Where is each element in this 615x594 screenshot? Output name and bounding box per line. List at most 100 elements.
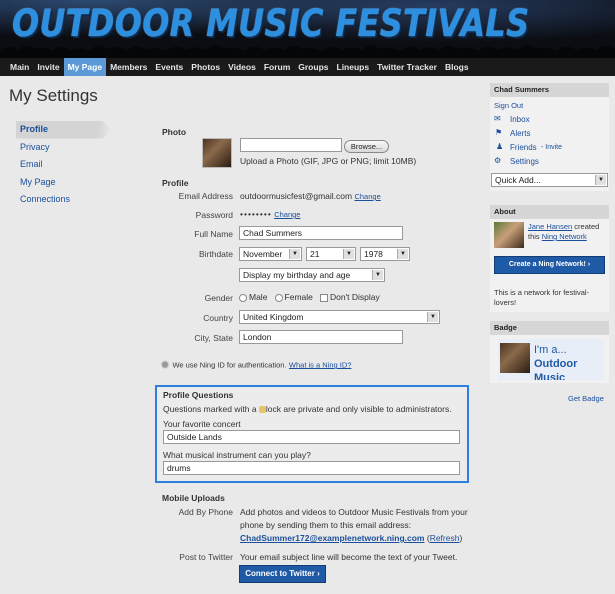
get-badge-link[interactable]: Get Badge	[568, 394, 604, 403]
about-created-by: Jane Hansen created this Ning Network	[528, 222, 606, 242]
mobile-upload-email-link[interactable]: ChadSummer172@examplenetwork.ning.com	[240, 533, 424, 543]
ning-id-link[interactable]: What is a Ning ID?	[289, 360, 352, 369]
ning-network-link[interactable]: Ning Network	[542, 232, 587, 241]
side-nav-email[interactable]: Email	[16, 156, 112, 174]
password-change-link[interactable]: Change	[274, 210, 300, 219]
add-by-phone-text-1: Add photos and videos to Outdoor Music F…	[240, 507, 468, 517]
email-label: Email Address	[178, 191, 233, 201]
birthdate-label: Birthdate	[198, 249, 233, 259]
city-label: City, State	[194, 333, 233, 343]
birth-month-value: November	[243, 249, 283, 259]
inbox-icon: ✉	[494, 114, 501, 123]
add-by-phone-text-2: phone by sending them to this email addr…	[240, 520, 412, 530]
settings-link[interactable]: Settings	[510, 157, 539, 166]
chevron-down-icon: ▼	[372, 270, 383, 280]
profile-questions-label: Profile Questions	[163, 390, 234, 400]
profile-questions-note: Questions marked with a lock are private…	[163, 404, 452, 414]
creator-link[interactable]: Jane Hansen	[528, 222, 572, 231]
invite-link[interactable]: - Invite	[541, 144, 562, 151]
profile-section-label: Profile	[162, 178, 189, 188]
created-word: created	[574, 222, 600, 231]
note-post: lock are private and only visible to adm…	[265, 404, 452, 414]
create-ning-network-button[interactable]: Create a Ning Network! ›	[494, 256, 605, 274]
post-to-twitter-label: Post to Twitter	[179, 552, 233, 562]
nav-groups[interactable]: Groups	[294, 58, 332, 76]
nav-main[interactable]: Main	[6, 58, 33, 76]
page-title: My Settings	[9, 86, 98, 105]
birth-day-select[interactable]: 21 ▼	[306, 247, 356, 261]
refresh-link[interactable]: Refresh	[430, 533, 460, 543]
question-1-label: Your favorite concert	[163, 419, 241, 429]
connect-to-twitter-button[interactable]: Connect to Twitter ›	[239, 565, 326, 583]
post-to-twitter-text: Your email subject line will become the …	[240, 552, 458, 562]
chevron-down-icon: ▼	[289, 249, 300, 259]
fullname-input[interactable]: Chad Summers	[239, 226, 403, 240]
gender-male-radio[interactable]	[239, 293, 247, 302]
badge-label: Badge	[490, 321, 609, 335]
ning-id-row: ✹ We use Ning ID for authentication. Wha…	[160, 358, 351, 372]
country-label: Country	[203, 313, 233, 323]
fullname-label: Full Name	[194, 229, 233, 239]
side-nav-my-page[interactable]: My Page	[16, 174, 112, 192]
nav-lineups[interactable]: Lineups	[333, 58, 374, 76]
alerts-link[interactable]: Alerts	[510, 129, 530, 138]
side-nav-connections[interactable]: Connections	[16, 191, 112, 209]
browse-button[interactable]: Browse...	[344, 140, 389, 153]
question-2-label: What musical instrument can you play?	[163, 450, 311, 460]
note-pre: Questions marked with a	[163, 404, 257, 414]
nav-invite[interactable]: Invite	[33, 58, 63, 76]
birth-day-value: 21	[310, 249, 320, 259]
birth-year-select[interactable]: 1978 ▼	[360, 247, 410, 261]
settings-side-nav: Profile Privacy Email My Page Connection…	[16, 121, 112, 209]
friends-link[interactable]: Friends	[510, 143, 537, 152]
chevron-down-icon: ▼	[343, 249, 354, 259]
gender-male-label: Male	[249, 292, 268, 302]
about-label: About	[490, 205, 609, 219]
email-value: outdoormusicfest@gmail.com	[240, 191, 353, 201]
lock-icon	[258, 406, 266, 414]
country-select[interactable]: United Kingdom ▼	[239, 310, 440, 324]
mobile-uploads-label: Mobile Uploads	[162, 493, 225, 503]
photo-section-label: Photo	[162, 127, 187, 137]
main-nav: Main Invite My Page Members Events Photo…	[0, 58, 615, 76]
gear-icon: ✹	[160, 358, 171, 372]
sign-out-link[interactable]: Sign Out	[494, 101, 523, 110]
alerts-icon: ⚑	[495, 128, 503, 137]
gender-options: Male Female Don't Display	[239, 292, 380, 302]
nav-my-page[interactable]: My Page	[63, 58, 107, 76]
gender-female-radio[interactable]	[274, 293, 283, 302]
quick-add-select[interactable]: Quick Add... ▼	[491, 173, 608, 187]
nav-forum[interactable]: Forum	[260, 58, 294, 76]
nav-photos[interactable]: Photos	[187, 58, 224, 76]
badge-line-2: Outdoor	[534, 358, 578, 370]
nav-events[interactable]: Events	[151, 58, 187, 76]
user-name: Chad Summers	[490, 83, 609, 97]
city-input[interactable]: London	[239, 330, 403, 344]
nav-videos[interactable]: Videos	[224, 58, 260, 76]
gender-dont-display-label: Don't Display	[329, 292, 380, 302]
side-nav-profile[interactable]: Profile	[16, 121, 112, 139]
nav-twitter-tracker[interactable]: Twitter Tracker	[373, 58, 441, 76]
question-1-input[interactable]: Outside Lands	[163, 430, 460, 444]
nav-members[interactable]: Members	[106, 58, 151, 76]
inbox-link[interactable]: Inbox	[510, 115, 530, 124]
question-2-input[interactable]: drums	[163, 461, 460, 475]
password-value: ••••••••	[240, 209, 272, 219]
site-title: OUTDOOR MUSIC FESTIVALS	[12, 2, 530, 45]
gender-female-label: Female	[284, 292, 313, 302]
profile-questions-box: Profile Questions Questions marked with …	[155, 385, 469, 483]
birthday-display-select[interactable]: Display my birthday and age ▼	[239, 268, 385, 282]
badge-widget[interactable]: I'm a... Outdoor Music	[498, 339, 604, 380]
side-nav-privacy[interactable]: Privacy	[16, 139, 112, 157]
add-by-phone-label: Add By Phone	[178, 507, 233, 517]
email-change-link[interactable]: Change	[354, 192, 380, 201]
site-banner: OUTDOOR MUSIC FESTIVALS	[0, 0, 615, 58]
password-label: Password	[195, 210, 233, 220]
nav-blogs[interactable]: Blogs	[441, 58, 473, 76]
this-word: this	[528, 232, 540, 241]
gender-dont-display-checkbox[interactable]	[319, 293, 328, 302]
photo-file-input[interactable]	[240, 138, 342, 152]
birth-year-value: 1978	[364, 249, 383, 259]
chevron-down-icon: ▼	[397, 249, 408, 259]
birth-month-select[interactable]: November ▼	[239, 247, 302, 261]
